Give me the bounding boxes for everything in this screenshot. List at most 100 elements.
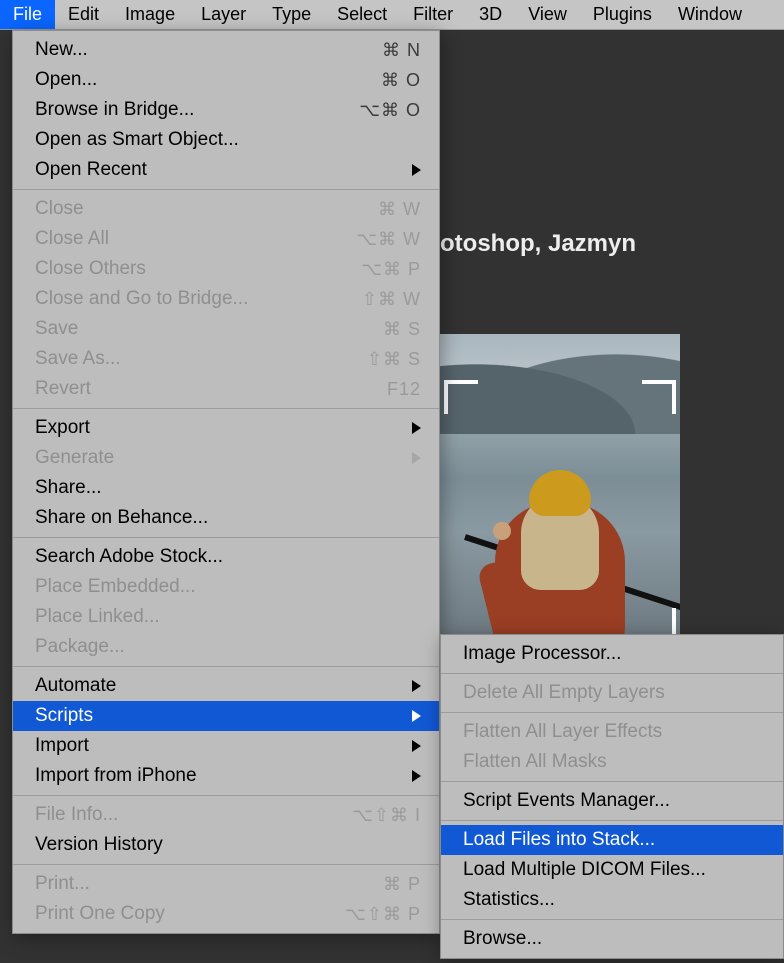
menu-item-shortcut: ⇧⌘ W <box>362 289 421 310</box>
menu-item-package: Package... <box>13 632 439 662</box>
menu-separator <box>441 712 783 713</box>
menu-item-open-as-smart-object[interactable]: Open as Smart Object... <box>13 125 439 155</box>
menubar-item-3d[interactable]: 3D <box>466 0 515 29</box>
menu-item-shortcut: ⌥⌘ W <box>356 229 421 250</box>
menu-separator <box>441 820 783 821</box>
menu-item-automate[interactable]: Automate <box>13 671 439 701</box>
menu-item-browse-in-bridge[interactable]: Browse in Bridge...⌥⌘ O <box>13 95 439 125</box>
submenu-arrow-icon <box>412 164 421 176</box>
menu-item-import[interactable]: Import <box>13 731 439 761</box>
menu-item-label: New... <box>35 39 382 61</box>
menubar: FileEditImageLayerTypeSelectFilter3DView… <box>0 0 784 30</box>
menu-item-label: Close Others <box>35 258 361 280</box>
menu-item-close-and-go-to-bridge: Close and Go to Bridge...⇧⌘ W <box>13 284 439 314</box>
menu-item-label: Export <box>35 417 412 439</box>
menu-item-label: Import from iPhone <box>35 765 412 787</box>
menu-item-label: Automate <box>35 675 412 697</box>
menu-item-label: Delete All Empty Layers <box>463 682 765 704</box>
menu-item-label: Browse in Bridge... <box>35 99 359 121</box>
menu-item-label: Load Multiple DICOM Files... <box>463 859 765 881</box>
menu-item-shortcut: ⌘ P <box>383 874 421 895</box>
menu-item-flatten-all-masks: Flatten All Masks <box>441 747 783 777</box>
menu-item-label: Search Adobe Stock... <box>35 546 421 568</box>
submenu-arrow-icon <box>412 740 421 752</box>
menu-item-label: Save <box>35 318 383 340</box>
menu-item-place-linked: Place Linked... <box>13 602 439 632</box>
preview-thumbnail[interactable] <box>440 334 680 664</box>
menu-item-statistics[interactable]: Statistics... <box>441 885 783 915</box>
menubar-item-file[interactable]: File <box>0 0 55 29</box>
menu-item-share[interactable]: Share... <box>13 473 439 503</box>
menu-item-label: Script Events Manager... <box>463 790 765 812</box>
menu-item-label: Browse... <box>463 928 765 950</box>
menu-item-script-events-manager[interactable]: Script Events Manager... <box>441 786 783 816</box>
menu-item-file-info: File Info...⌥⇧⌘ I <box>13 800 439 830</box>
menu-item-label: Revert <box>35 378 387 400</box>
menubar-item-image[interactable]: Image <box>112 0 188 29</box>
menu-item-label: Scripts <box>35 705 412 727</box>
submenu-arrow-icon <box>412 452 421 464</box>
menu-item-label: Place Embedded... <box>35 576 421 598</box>
menu-separator <box>13 408 439 409</box>
menu-item-open[interactable]: Open...⌘ O <box>13 65 439 95</box>
submenu-arrow-icon <box>412 422 421 434</box>
menubar-item-filter[interactable]: Filter <box>400 0 466 29</box>
menu-separator <box>441 781 783 782</box>
menu-item-label: Package... <box>35 636 421 658</box>
menu-item-label: Generate <box>35 447 412 469</box>
menu-item-label: Statistics... <box>463 889 765 911</box>
menubar-item-select[interactable]: Select <box>324 0 400 29</box>
menu-item-import-from-iphone[interactable]: Import from iPhone <box>13 761 439 791</box>
menubar-item-layer[interactable]: Layer <box>188 0 259 29</box>
menu-item-search-adobe-stock[interactable]: Search Adobe Stock... <box>13 542 439 572</box>
menu-item-label: Open Recent <box>35 159 412 181</box>
menu-item-print-one-copy: Print One Copy⌥⇧⌘ P <box>13 899 439 929</box>
menubar-item-type[interactable]: Type <box>259 0 324 29</box>
menu-item-label: Close and Go to Bridge... <box>35 288 362 310</box>
menu-item-label: File Info... <box>35 804 352 826</box>
submenu-arrow-icon <box>412 710 421 722</box>
menu-item-flatten-all-layer-effects: Flatten All Layer Effects <box>441 717 783 747</box>
menu-item-shortcut: ⌥⇧⌘ P <box>345 904 421 925</box>
menu-item-shortcut: ⌘ O <box>381 70 421 91</box>
menu-item-open-recent[interactable]: Open Recent <box>13 155 439 185</box>
menu-item-export[interactable]: Export <box>13 413 439 443</box>
menu-item-label: Save As... <box>35 348 367 370</box>
menu-item-delete-all-empty-layers: Delete All Empty Layers <box>441 678 783 708</box>
menu-item-generate: Generate <box>13 443 439 473</box>
menubar-item-edit[interactable]: Edit <box>55 0 112 29</box>
menu-item-share-on-behance[interactable]: Share on Behance... <box>13 503 439 533</box>
menu-item-place-embedded: Place Embedded... <box>13 572 439 602</box>
menu-item-shortcut: ⌥⌘ P <box>361 259 421 280</box>
menu-item-scripts[interactable]: Scripts <box>13 701 439 731</box>
menu-item-label: Print One Copy <box>35 903 345 925</box>
menubar-item-plugins[interactable]: Plugins <box>580 0 665 29</box>
menu-item-shortcut: ⇧⌘ S <box>367 349 421 370</box>
menu-item-shortcut: ⌘ N <box>382 40 421 61</box>
menu-item-load-multiple-dicom-files[interactable]: Load Multiple DICOM Files... <box>441 855 783 885</box>
menu-separator <box>13 864 439 865</box>
menu-item-close-all: Close All⌥⌘ W <box>13 224 439 254</box>
file-menu: New...⌘ NOpen...⌘ OBrowse in Bridge...⌥⌘… <box>12 30 440 934</box>
menu-item-browse[interactable]: Browse... <box>441 924 783 954</box>
menu-item-label: Close <box>35 198 378 220</box>
menu-separator <box>13 795 439 796</box>
menu-item-load-files-into-stack[interactable]: Load Files into Stack... <box>441 825 783 855</box>
menubar-item-view[interactable]: View <box>515 0 580 29</box>
menu-separator <box>441 919 783 920</box>
menu-item-close: Close⌘ W <box>13 194 439 224</box>
menu-item-label: Place Linked... <box>35 606 421 628</box>
menu-item-image-processor[interactable]: Image Processor... <box>441 639 783 669</box>
menu-item-revert: RevertF12 <box>13 374 439 404</box>
submenu-arrow-icon <box>412 770 421 782</box>
menu-item-shortcut: ⌘ S <box>383 319 421 340</box>
menu-item-version-history[interactable]: Version History <box>13 830 439 860</box>
menu-separator <box>13 537 439 538</box>
menu-item-new[interactable]: New...⌘ N <box>13 35 439 65</box>
menu-item-close-others: Close Others⌥⌘ P <box>13 254 439 284</box>
submenu-arrow-icon <box>412 680 421 692</box>
menubar-item-window[interactable]: Window <box>665 0 755 29</box>
menu-item-label: Open... <box>35 69 381 91</box>
menu-item-shortcut: ⌘ W <box>378 199 421 220</box>
menu-item-shortcut: ⌥⇧⌘ I <box>352 805 421 826</box>
